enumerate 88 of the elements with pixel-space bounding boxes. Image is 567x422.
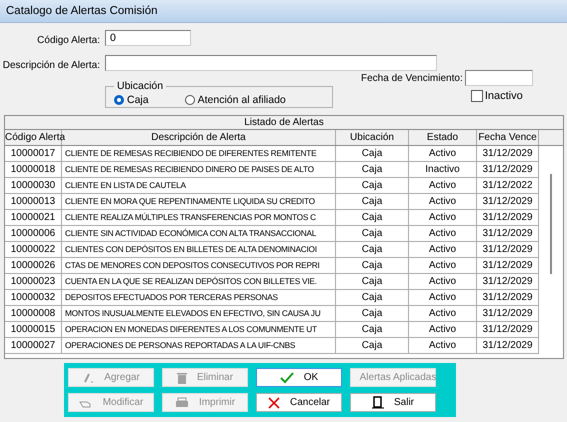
table-cell: Activo <box>409 146 477 162</box>
table-cell: Caja <box>336 226 409 242</box>
table-cell: MONTOS INUSUALMENTE ELEVADOS EN EFECTIVO, SIN CAUSA JU <box>62 306 336 322</box>
table-cell: 10000006 <box>5 226 62 242</box>
table-cell: CTAS DE MENORES CON DEPOSITOS CONSECUTIVOS POR REPRI <box>62 258 336 274</box>
table-cell: OPERACION EN MONEDAS DIFERENTES A LOS COMUNMENTE UT <box>62 322 336 338</box>
door-icon <box>372 396 384 409</box>
table-cell: Caja <box>336 306 409 322</box>
table-cell: Caja <box>336 322 409 338</box>
table-cell: 10000015 <box>5 322 62 338</box>
check-icon <box>280 372 294 384</box>
table-cell: Caja <box>336 258 409 274</box>
trash-icon <box>176 372 187 384</box>
table-cell: CLIENTE EN LISTA DE CAUTELA <box>62 178 336 194</box>
code-input-field[interactable]: 0 <box>105 30 191 46</box>
printer-icon <box>174 396 189 408</box>
table-cell: 31/12/2029 <box>477 146 539 162</box>
table-cell: 31/12/2029 <box>477 306 539 322</box>
table-cell: 10000008 <box>5 306 62 322</box>
table-cell: 10000013 <box>5 194 62 210</box>
table-cell: Activo <box>409 306 477 322</box>
table-cell: Caja <box>336 210 409 226</box>
date-input-field[interactable] <box>464 70 533 86</box>
field-label: Código Alerta: <box>36 35 100 46</box>
table-cell: Caja <box>336 338 409 354</box>
table-cell: CUENTA EN LA QUE SE REALIZAN DEPÓSITOS CON BILLETES VIE. <box>62 274 336 290</box>
table-cell: Activo <box>409 226 477 242</box>
table-cell: DEPOSITOS EFECTUADOS POR TERCERAS PERSONAS <box>62 290 336 306</box>
radio-option[interactable]: Atención al afiliado <box>184 94 286 106</box>
table-cell: Caja <box>336 242 409 258</box>
table-cell: Activo <box>409 258 477 274</box>
table-cell: 10000026 <box>5 258 62 274</box>
table-cell: CLIENTE DE REMESAS RECIBIENDO DE DIFERENTES REMITENTE <box>62 146 336 162</box>
table-cell: 31/12/2029 <box>477 226 539 242</box>
table-cell: Activo <box>409 322 477 338</box>
table-cell: Inactivo <box>409 162 477 178</box>
table-cell: 31/12/2029 <box>477 210 539 226</box>
table-cell: Caja <box>336 290 409 306</box>
radio-option[interactable]: Caja <box>114 94 149 106</box>
table-cell: 10000023 <box>5 274 62 290</box>
table-cell: 31/12/2029 <box>477 322 539 338</box>
table-cell: 31/12/2029 <box>477 194 539 210</box>
table-cell: 10000027 <box>5 338 62 354</box>
table-cell: 31/12/2029 <box>477 290 539 306</box>
table-cell: Caja <box>336 162 409 178</box>
close-icon <box>268 396 280 408</box>
table-cell: 10000022 <box>5 242 62 258</box>
description-input-field[interactable] <box>105 55 437 71</box>
table-cell: Activo <box>409 274 477 290</box>
column-header[interactable]: Ubicación <box>336 130 409 145</box>
table-cell: 31/12/2029 <box>477 242 539 258</box>
column-header[interactable]: Estado <box>409 130 477 145</box>
table-cell: 31/12/2029 <box>477 162 539 178</box>
table-cell: 31/12/2029 <box>477 338 539 354</box>
table-cell: Activo <box>409 194 477 210</box>
table-cell: 10000018 <box>5 162 62 178</box>
table-cell: CLIENTE EN MORA QUE REPENTINAMENTE LIQUIDA SU CREDITO <box>62 194 336 210</box>
table-cell: Activo <box>409 242 477 258</box>
table-cell: 31/12/2029 <box>477 274 539 290</box>
action-button[interactable]: Cancelar <box>256 393 342 412</box>
table-cell: Activo <box>409 338 477 354</box>
table-cell: CLIENTE REALIZA MÚLTIPLES TRANSFERENCIAS POR MONTOS C <box>62 210 336 226</box>
table-cell: 10000032 <box>5 290 62 306</box>
table-cell: CLIENTE SIN ACTIVIDAD ECONÓMICA CON ALTA TRANSACCIONAL <box>62 226 336 242</box>
table-cell: OPERACIONES DE PERSONAS REPORTADAS A LA UIF-CNBS <box>62 338 336 354</box>
pencil-icon <box>82 372 94 384</box>
table-cell: Caja <box>336 178 409 194</box>
table-cell: 31/12/2022 <box>477 178 539 194</box>
action-button[interactable]: Salir <box>350 393 436 412</box>
table-cell: Caja <box>336 274 409 290</box>
table-cell: Caja <box>336 146 409 162</box>
window-title: Catalogo de Alertas Comisión <box>0 0 567 23</box>
field-label: Descripción de Alerta: <box>2 60 100 71</box>
table-cell: 31/12/2029 <box>477 258 539 274</box>
table-cell: Activo <box>409 178 477 194</box>
table-cell: Caja <box>336 194 409 210</box>
table-cell: 10000021 <box>5 210 62 226</box>
field-label: Fecha de Vencimiento: <box>361 72 463 84</box>
action-button[interactable]: OK <box>256 368 342 387</box>
table-cell: CLIENTE DE REMESAS RECIBIENDO DINERO DE PAISES DE ALTO <box>62 162 336 178</box>
group-legend: Ubicación <box>114 80 166 92</box>
table-cell: 10000030 <box>5 178 62 194</box>
table-cell: CLIENTES CON DEPÓSITOS EN BILLETES DE ALTA DENOMINACIOI <box>62 242 336 258</box>
table-cell: Activo <box>409 290 477 306</box>
table-caption: Listado de Alertas <box>5 116 563 130</box>
table-cell: Activo <box>409 210 477 226</box>
table-cell: 10000017 <box>5 146 62 162</box>
column-header[interactable]: Fecha Vence <box>477 130 539 145</box>
